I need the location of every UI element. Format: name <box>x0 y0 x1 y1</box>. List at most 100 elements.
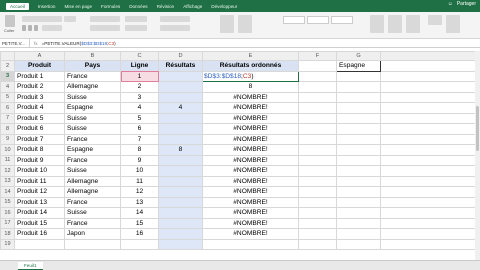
row-header[interactable]: 14 <box>0 186 15 198</box>
cell-ordonne[interactable]: #NOMBRE! <box>202 207 299 219</box>
column-header-a[interactable]: A <box>14 51 65 61</box>
row-header[interactable]: 11 <box>0 154 15 166</box>
cell-pays[interactable]: Suisse <box>64 91 121 103</box>
cell-produit[interactable]: Produit 12 <box>14 186 65 198</box>
cell-f[interactable] <box>298 81 337 93</box>
header-ligne[interactable]: Ligne <box>120 60 159 72</box>
insert-cells-icon[interactable] <box>370 15 384 33</box>
cell-pays[interactable]: Allemagne <box>64 81 121 93</box>
ribbon-tab-1[interactable]: Accueil <box>6 2 29 10</box>
merge-button[interactable] <box>125 25 147 31</box>
cell-produit[interactable]: Produit 6 <box>14 123 65 135</box>
cell-pays[interactable]: Japon <box>64 228 121 240</box>
cell-resultat[interactable] <box>158 91 203 103</box>
cell-f[interactable] <box>298 207 337 219</box>
cell-ligne[interactable]: 3 <box>120 91 159 103</box>
cell-empty[interactable] <box>64 238 121 250</box>
paste-icon[interactable] <box>5 15 15 27</box>
cell-ligne[interactable]: 9 <box>120 154 159 166</box>
header-produit[interactable]: Produit <box>14 60 65 72</box>
cell-empty[interactable] <box>120 238 159 250</box>
cell-empty[interactable] <box>336 238 381 250</box>
cell-produit[interactable]: Produit 5 <box>14 112 65 124</box>
cell-pays[interactable]: France <box>64 70 121 82</box>
cell-ordonne[interactable]: #NOMBRE! <box>202 91 299 103</box>
column-header-f[interactable]: F <box>298 51 337 61</box>
cell-g[interactable] <box>336 175 381 187</box>
cell-g[interactable] <box>336 123 381 135</box>
ribbon-tab-2[interactable]: Insertion <box>38 4 56 9</box>
cell-ordonne[interactable]: #NOMBRE! <box>202 112 299 124</box>
cell-ordonne[interactable]: #NOMBRE! <box>202 123 299 135</box>
cell-g[interactable] <box>336 70 381 82</box>
align-top-icons[interactable] <box>90 16 120 22</box>
header-pays[interactable]: Pays <box>64 60 121 72</box>
cell-resultat[interactable] <box>158 123 203 135</box>
cell-pays[interactable]: Allemagne <box>64 186 121 198</box>
number-format-icons[interactable] <box>160 25 190 31</box>
cell-g[interactable] <box>336 186 381 198</box>
cell-ordonne[interactable]: #NOMBRE! <box>202 165 299 177</box>
font-name-dropdown[interactable] <box>22 16 62 22</box>
row-header[interactable]: 5 <box>0 91 15 103</box>
cell-ordonne[interactable]: #NOMBRE! <box>202 133 299 145</box>
cell-empty[interactable] <box>202 238 299 250</box>
cell-espagne[interactable]: Espagne <box>336 60 381 72</box>
cell-ordonne[interactable]: #NOMBRE! <box>202 144 299 156</box>
ribbon-tab-4[interactable]: Formules <box>101 4 120 9</box>
cell-ligne[interactable]: 7 <box>120 133 159 145</box>
cell-g[interactable] <box>336 112 381 124</box>
row-header[interactable]: 4 <box>0 81 15 93</box>
row-header[interactable]: 13 <box>0 175 15 187</box>
cell-resultat[interactable] <box>158 186 203 198</box>
active-cell-formula[interactable]: =PETITE.VALEUR($D$3:$D$18;C3) <box>202 70 299 82</box>
cell-empty[interactable] <box>380 238 479 250</box>
cell-ligne[interactable]: 8 <box>120 144 159 156</box>
cell-ligne[interactable]: 16 <box>120 228 159 240</box>
wrap-text-button[interactable] <box>125 16 147 22</box>
column-header-c[interactable]: C <box>120 51 159 61</box>
cell-produit[interactable]: Produit 7 <box>14 133 65 145</box>
row-header[interactable]: 9 <box>0 133 15 145</box>
cell-resultat[interactable] <box>158 228 203 240</box>
cell-resultat[interactable] <box>158 81 203 93</box>
cell-resultat[interactable]: 4 <box>158 102 203 114</box>
bold-icon[interactable] <box>22 25 26 31</box>
cell-pays[interactable]: Suisse <box>64 207 121 219</box>
vertical-scrollbar[interactable] <box>475 51 480 260</box>
cell-resultat[interactable]: 8 <box>158 144 203 156</box>
cell-produit[interactable]: Produit 10 <box>14 165 65 177</box>
cell-g[interactable] <box>336 102 381 114</box>
row-header[interactable]: 7 <box>0 112 15 124</box>
cell-g[interactable] <box>336 165 381 177</box>
column-header-b[interactable]: B <box>64 51 121 61</box>
cell-pays[interactable]: France <box>64 196 121 208</box>
cell-ligne[interactable]: 4 <box>120 102 159 114</box>
column-header-d[interactable]: D <box>158 51 203 61</box>
font-size-dropdown[interactable] <box>64 16 76 22</box>
ribbon-tab-3[interactable]: Mise en page <box>64 4 92 9</box>
style-normal[interactable] <box>283 16 305 24</box>
cell-g[interactable] <box>336 154 381 166</box>
cell-ordonne[interactable]: #NOMBRE! <box>202 175 299 187</box>
cell-produit[interactable]: Produit 14 <box>14 207 65 219</box>
cell-ligne[interactable]: 11 <box>120 175 159 187</box>
ribbon-tab-5[interactable]: Données <box>129 4 147 9</box>
conditional-format-icon[interactable] <box>220 15 234 33</box>
cell-f[interactable] <box>298 102 337 114</box>
row-header[interactable]: 18 <box>0 228 15 240</box>
cell-f[interactable] <box>298 112 337 124</box>
cell-ligne[interactable]: 6 <box>120 123 159 135</box>
fx-icon[interactable]: fx <box>34 41 38 46</box>
cell-empty[interactable] <box>14 238 65 250</box>
cell-ligne[interactable]: 1 <box>120 70 159 82</box>
cell-pays[interactable]: Espagne <box>64 144 121 156</box>
formula-input[interactable]: =PETITE.VALEUR($D$3:$D$18;C3) <box>42 41 116 46</box>
cell-pays[interactable]: France <box>64 133 121 145</box>
cell-produit[interactable]: Produit 8 <box>14 144 65 156</box>
cell-pays[interactable]: Suisse <box>64 112 121 124</box>
cell-ligne[interactable]: 10 <box>120 165 159 177</box>
cell-ordonne[interactable]: 8 <box>202 81 299 93</box>
format-cells-icon[interactable] <box>406 15 420 33</box>
cell-ordonne[interactable]: #NOMBRE! <box>202 186 299 198</box>
